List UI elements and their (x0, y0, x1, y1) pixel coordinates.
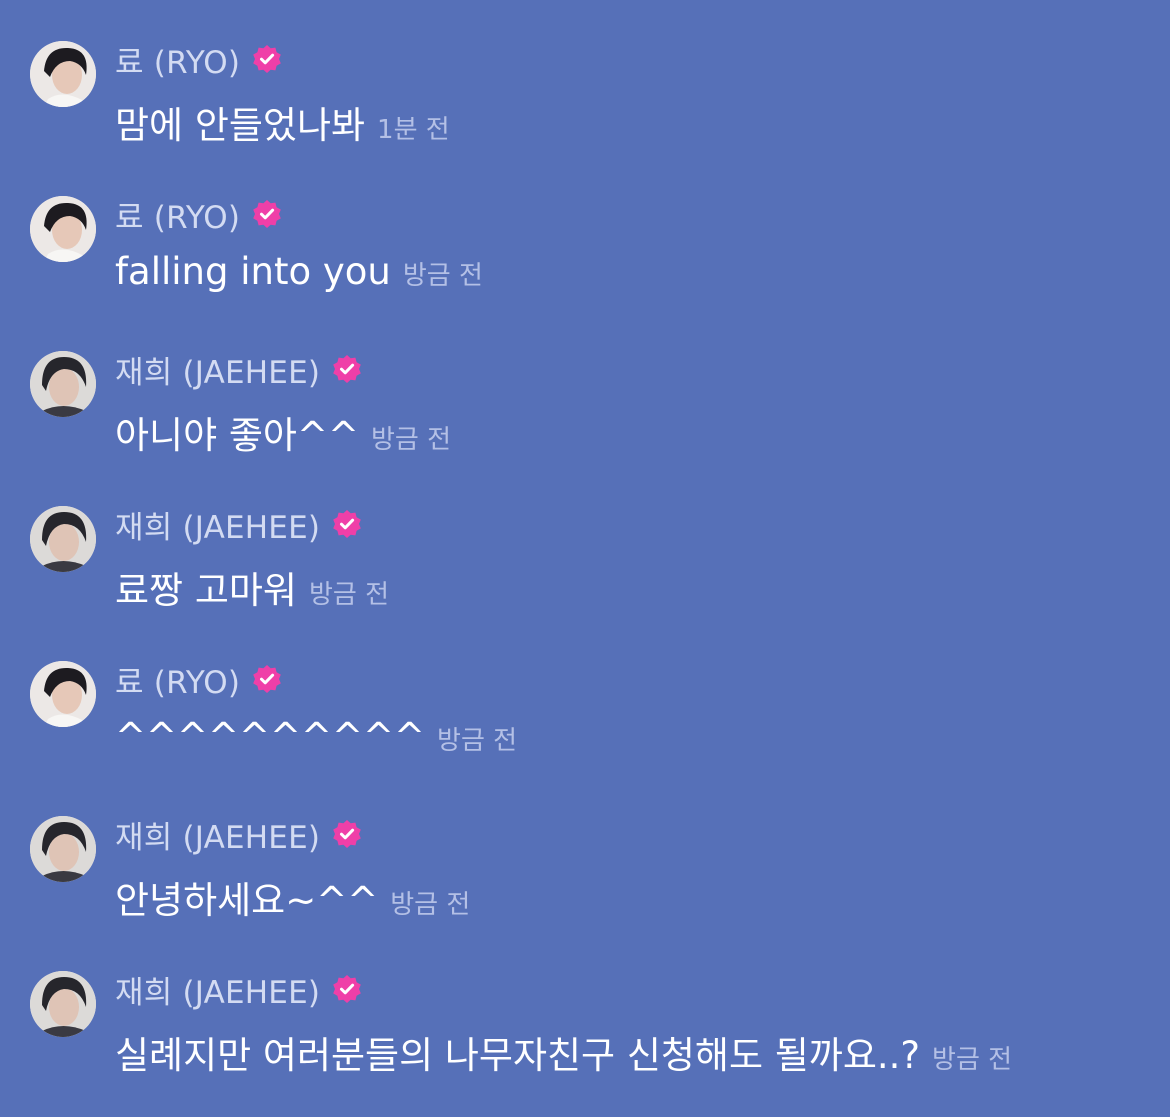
jaehee-avatar-icon (30, 971, 96, 1037)
author-name[interactable]: 재희 (JAEHEE) (115, 967, 320, 1012)
verified-badge-icon (332, 819, 362, 849)
chat-message: 재희 (JAEHEE) 아니야 좋아^^ 방금 전 (0, 347, 1170, 497)
verified-badge-icon (252, 664, 282, 694)
author-name[interactable]: 재희 (JAEHEE) (115, 812, 320, 857)
ryo-avatar-icon (30, 661, 96, 727)
avatar[interactable] (30, 661, 96, 727)
author-name[interactable]: 료 (RYO) (115, 657, 240, 702)
verified-badge-icon (252, 44, 282, 74)
message-timestamp: 방금 전 (308, 580, 389, 610)
chat-message: 재희 (JAEHEE) 실례지만 여러분들의 나무자친구 신청해도 될까요..?… (0, 967, 1170, 1117)
avatar[interactable] (30, 196, 96, 262)
jaehee-avatar-icon (30, 351, 96, 417)
message-text: falling into you (115, 250, 391, 293)
author-name[interactable]: 재희 (JAEHEE) (115, 347, 320, 392)
chat-message: 재희 (JAEHEE) 안녕하세요~^^ 방금 전 (0, 812, 1170, 962)
verified-badge-icon (332, 509, 362, 539)
message-timestamp: 방금 전 (390, 890, 471, 920)
chat-message: 료 (RYO) 맘에 안들었나봐 1분 전 (0, 37, 1170, 187)
verified-badge-icon (332, 974, 362, 1004)
ryo-avatar-icon (30, 196, 96, 262)
chat-message: 료 (RYO) ^^^^^^^^^^ 방금 전 (0, 657, 1170, 807)
verified-badge-icon (252, 199, 282, 229)
message-text: 안녕하세요~^^ (115, 879, 379, 922)
chat-message: 료 (RYO) falling into you 방금 전 (0, 192, 1170, 342)
message-text: 맘에 안들었나봐 (115, 104, 366, 147)
message-timestamp: 방금 전 (402, 261, 483, 291)
chat-message-list: 료 (RYO) 맘에 안들었나봐 1분 전 료 (RYO) falling in… (0, 0, 1170, 1100)
verified-badge-icon (332, 354, 362, 384)
message-timestamp: 방금 전 (370, 425, 451, 455)
message-text: ^^^^^^^^^^ (115, 715, 426, 758)
message-timestamp: 방금 전 (437, 726, 518, 756)
avatar[interactable] (30, 971, 96, 1037)
avatar[interactable] (30, 351, 96, 417)
ryo-avatar-icon (30, 41, 96, 107)
message-timestamp: 방금 전 (932, 1045, 1013, 1075)
avatar[interactable] (30, 816, 96, 882)
author-name[interactable]: 료 (RYO) (115, 192, 240, 237)
message-timestamp: 1분 전 (377, 115, 450, 145)
avatar[interactable] (30, 506, 96, 572)
message-text: 료짱 고마워 (115, 569, 297, 612)
author-name[interactable]: 료 (RYO) (115, 37, 240, 82)
message-text: 아니야 좋아^^ (115, 414, 359, 457)
jaehee-avatar-icon (30, 816, 96, 882)
message-text: 실례지만 여러분들의 나무자친구 신청해도 될까요..? (115, 1034, 921, 1077)
chat-message: 재희 (JAEHEE) 료짱 고마워 방금 전 (0, 502, 1170, 652)
jaehee-avatar-icon (30, 506, 96, 572)
author-name[interactable]: 재희 (JAEHEE) (115, 502, 320, 547)
avatar[interactable] (30, 41, 96, 107)
